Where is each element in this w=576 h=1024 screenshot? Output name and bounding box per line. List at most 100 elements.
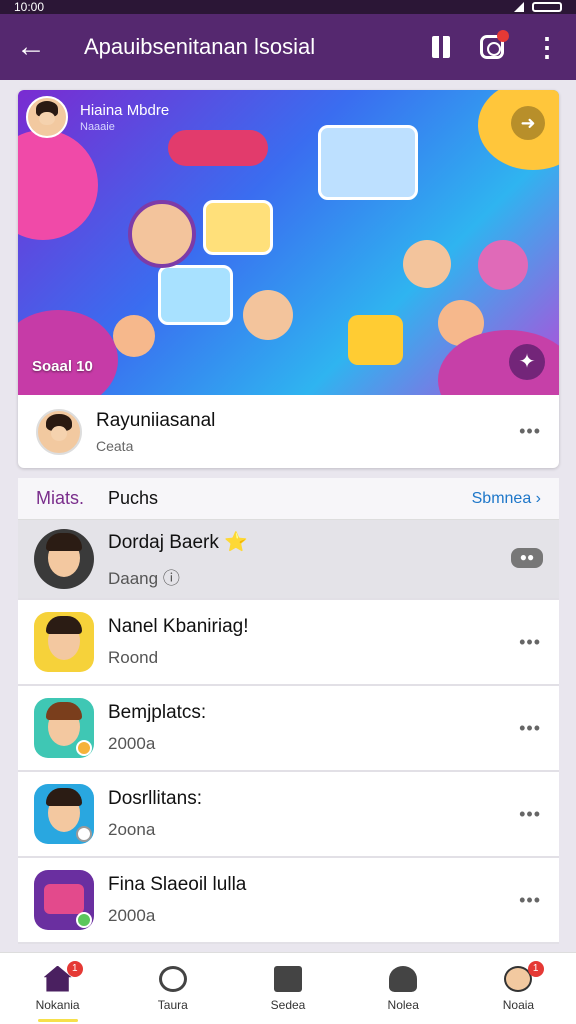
tab-other[interactable]: Puchs: [108, 488, 158, 509]
list-item[interactable]: Fina Slaeoil lulla 2000a •••: [18, 858, 559, 944]
featured-user-meta: Hiaina Mbdre Naaaie: [80, 102, 169, 133]
nav-tab-profile[interactable]: 1 Noaia: [461, 953, 576, 1024]
nav-tab-label: Nokania: [35, 997, 80, 1012]
list-item-name: Bemjplatcs:: [108, 702, 207, 723]
mail-icon: [274, 965, 302, 992]
decor-character: [113, 315, 155, 357]
poster-status: Ceata: [96, 437, 134, 454]
featured-post-footer: Rayuniiasanal Ceata •••: [18, 395, 559, 468]
featured-badge: Soaal 10: [32, 358, 93, 375]
app-bar-actions: ⋮: [432, 30, 560, 60]
status-badge: ●●: [511, 548, 543, 568]
list-item[interactable]: Dordaj Baerk ⭐ Daang ⓘ ●●: [18, 520, 559, 600]
camera-icon[interactable]: [480, 30, 509, 59]
poster-name: Rayuniiasanal: [96, 409, 216, 431]
nav-tab-messages[interactable]: Sedea: [230, 953, 345, 1024]
featured-post-image[interactable]: Hiaina Mbdre Naaaie ➜ Soaal 10 ✦: [18, 90, 559, 395]
online-indicator: [76, 912, 92, 928]
list-item[interactable]: Nanel Kbaniriag! Roond •••: [18, 600, 559, 686]
featured-user-name: Hiaina Mbdre: [80, 101, 170, 119]
list-item-status: 2000a: [108, 906, 156, 925]
status-icons: [514, 2, 562, 12]
decor-heart-bubble: [18, 130, 98, 240]
status-bar: 10:00: [0, 0, 576, 14]
more-icon[interactable]: •••: [519, 421, 541, 442]
nav-tab-label: Nolea: [387, 997, 419, 1012]
sparkle-icon[interactable]: ✦: [509, 344, 545, 380]
avatar[interactable]: [26, 96, 68, 138]
nav-tab-label: Taura: [157, 997, 188, 1012]
more-icon[interactable]: •••: [519, 804, 541, 825]
more-icon[interactable]: •••: [519, 632, 541, 653]
decor-character: [128, 200, 196, 268]
avatar-hair: [46, 702, 82, 720]
avatar[interactable]: [34, 870, 94, 930]
decor-box: [348, 315, 403, 365]
battery-icon: [532, 2, 562, 12]
list-item-text: Nanel Kbaniriag! Roond: [108, 616, 248, 668]
poster-meta: Rayuniiasanal Ceata: [96, 410, 215, 454]
status-time: 10:00: [14, 0, 45, 14]
nav-tab-label: Noaia: [502, 997, 535, 1012]
avatar[interactable]: [34, 529, 94, 589]
chat-icon: [158, 965, 187, 992]
decor-character: [403, 240, 451, 288]
list-item-status: 2000a: [108, 734, 156, 753]
tab-active[interactable]: Miats.: [36, 488, 84, 509]
avatar[interactable]: [36, 408, 82, 455]
signal-icon: [514, 2, 524, 12]
featured-user-sub: Naaaie: [80, 120, 115, 133]
list-item-name: Dosrllitans:: [108, 788, 202, 809]
group-icon: [389, 965, 418, 992]
page-title: Apauibsenitanan lsosial: [84, 34, 316, 59]
active-indicator: [37, 1019, 78, 1022]
notification-dot: [497, 30, 509, 42]
nav-tab-chat[interactable]: Taura: [115, 953, 230, 1024]
nav-tab-home[interactable]: 1 Nokania: [0, 953, 115, 1024]
list-item-name: Nanel Kbaniriag!: [108, 616, 249, 637]
decor-mascot: [478, 240, 528, 290]
nav-tab-groups[interactable]: Nolea: [346, 953, 461, 1024]
online-indicator: [76, 826, 92, 842]
nav-tab-label: Sedea: [270, 997, 306, 1012]
more-options-icon[interactable]: ⋮: [534, 34, 560, 60]
friends-list: Miats. Puchs Sbmnea › Dordaj Baerk ⭐ Daa…: [18, 478, 559, 944]
decor-cloud: [18, 310, 118, 395]
see-all-link[interactable]: Sbmnea ›: [472, 490, 541, 508]
avatar-hair: [46, 616, 82, 634]
document-icon[interactable]: [432, 36, 450, 58]
list-item-text: Bemjplatcs: 2000a: [108, 702, 206, 754]
forward-arrow-icon[interactable]: ➜: [511, 106, 545, 140]
featured-user[interactable]: Hiaina Mbdre Naaaie: [26, 96, 169, 138]
list-item[interactable]: Bemjplatcs: 2000a •••: [18, 686, 559, 772]
app-bar: ← Apauibsenitanan lsosial ⋮: [0, 14, 576, 80]
notification-badge: 1: [66, 961, 83, 977]
list-item-status: Roond: [108, 648, 159, 667]
avatar[interactable]: [34, 612, 94, 672]
list-item-text: Dosrllitans: 2oona: [108, 788, 202, 840]
bottom-nav: 1 Nokania Taura Sedea Nolea 1 Noaia: [0, 952, 576, 1024]
avatar-hair: [46, 533, 82, 551]
list-item-name: Fina Slaeoil lulla: [108, 874, 247, 895]
avatar-hair: [46, 788, 82, 806]
list-item-status: 2oona: [108, 820, 156, 839]
avatar[interactable]: [34, 784, 94, 844]
list-item-text: Fina Slaeoil lulla 2000a: [108, 874, 246, 926]
online-indicator: [76, 740, 92, 756]
list-header: Miats. Puchs Sbmnea ›: [18, 478, 559, 520]
back-arrow-icon[interactable]: ←: [16, 32, 56, 62]
featured-post-card[interactable]: Hiaina Mbdre Naaaie ➜ Soaal 10 ✦ Rayunii…: [18, 90, 559, 468]
decor-screen: [318, 125, 418, 200]
decor-label-bubble: [168, 130, 268, 166]
avatar-art: [44, 884, 84, 914]
more-icon[interactable]: •••: [519, 890, 541, 911]
decor-tablet: [203, 200, 273, 255]
list-item-name: Dordaj Baerk ⭐: [108, 531, 248, 553]
more-icon[interactable]: •••: [519, 718, 541, 739]
avatar[interactable]: [34, 698, 94, 758]
decor-character: [243, 290, 293, 340]
decor-photo: [158, 265, 233, 325]
see-all-label: Sbmnea: [471, 489, 532, 507]
notification-badge: 1: [527, 961, 544, 977]
list-item[interactable]: Dosrllitans: 2oona •••: [18, 772, 559, 858]
